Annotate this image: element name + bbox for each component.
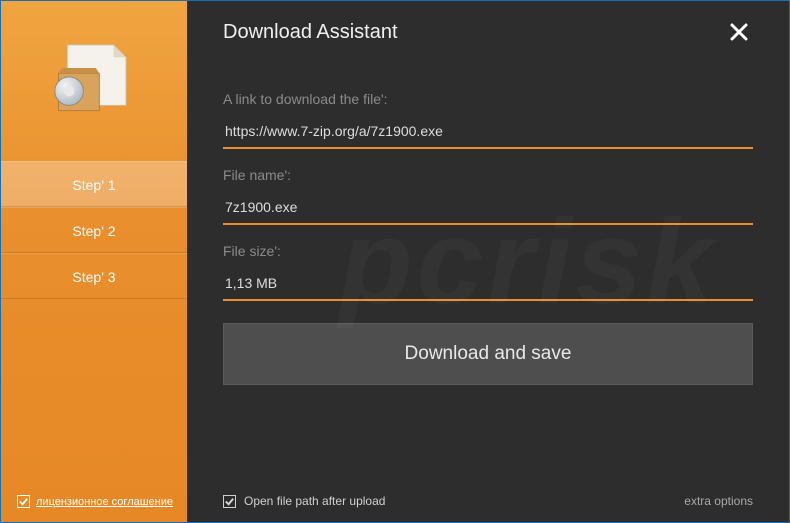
- link-field-group: A link to download the file':: [223, 91, 753, 149]
- download-assistant-window: Step' 1 Step' 2 Step' 3 лицензионное сог…: [0, 0, 790, 523]
- step-list: Step' 1 Step' 2 Step' 3: [1, 161, 187, 299]
- filesize-field-group: File size':: [223, 243, 753, 301]
- open-path-checkbox[interactable]: [223, 495, 236, 508]
- check-icon: [224, 496, 235, 507]
- filename-label: File name':: [223, 167, 753, 183]
- close-button[interactable]: [725, 18, 753, 46]
- link-label: A link to download the file':: [223, 91, 753, 107]
- close-icon: [729, 22, 749, 42]
- license-row: лицензионное соглашение: [17, 495, 177, 508]
- open-path-row: Open file path after upload: [223, 494, 385, 508]
- filesize-label: File size':: [223, 243, 753, 259]
- filesize-input[interactable]: [223, 271, 753, 301]
- main-panel: pcrisk Download Assistant A link to down…: [187, 1, 789, 522]
- window-title: Download Assistant: [223, 21, 398, 44]
- header: Download Assistant: [223, 1, 753, 63]
- download-save-button[interactable]: Download and save: [223, 323, 753, 385]
- filename-input[interactable]: [223, 195, 753, 225]
- license-checkbox[interactable]: [17, 495, 30, 508]
- open-path-label: Open file path after upload: [244, 494, 385, 508]
- link-input[interactable]: [223, 119, 753, 149]
- footer: Open file path after upload extra option…: [223, 494, 753, 508]
- check-icon: [18, 496, 29, 507]
- download-form: A link to download the file': File name'…: [223, 91, 753, 385]
- license-link[interactable]: лицензионное соглашение: [36, 496, 173, 508]
- installer-icon-box: [1, 1, 187, 151]
- step-1[interactable]: Step' 1: [1, 161, 187, 207]
- sidebar: Step' 1 Step' 2 Step' 3 лицензионное сог…: [1, 1, 187, 522]
- step-3[interactable]: Step' 3: [1, 253, 187, 299]
- extra-options-link[interactable]: extra options: [684, 494, 753, 508]
- step-2[interactable]: Step' 2: [1, 207, 187, 253]
- filename-field-group: File name':: [223, 167, 753, 225]
- installer-package-icon: [49, 36, 139, 116]
